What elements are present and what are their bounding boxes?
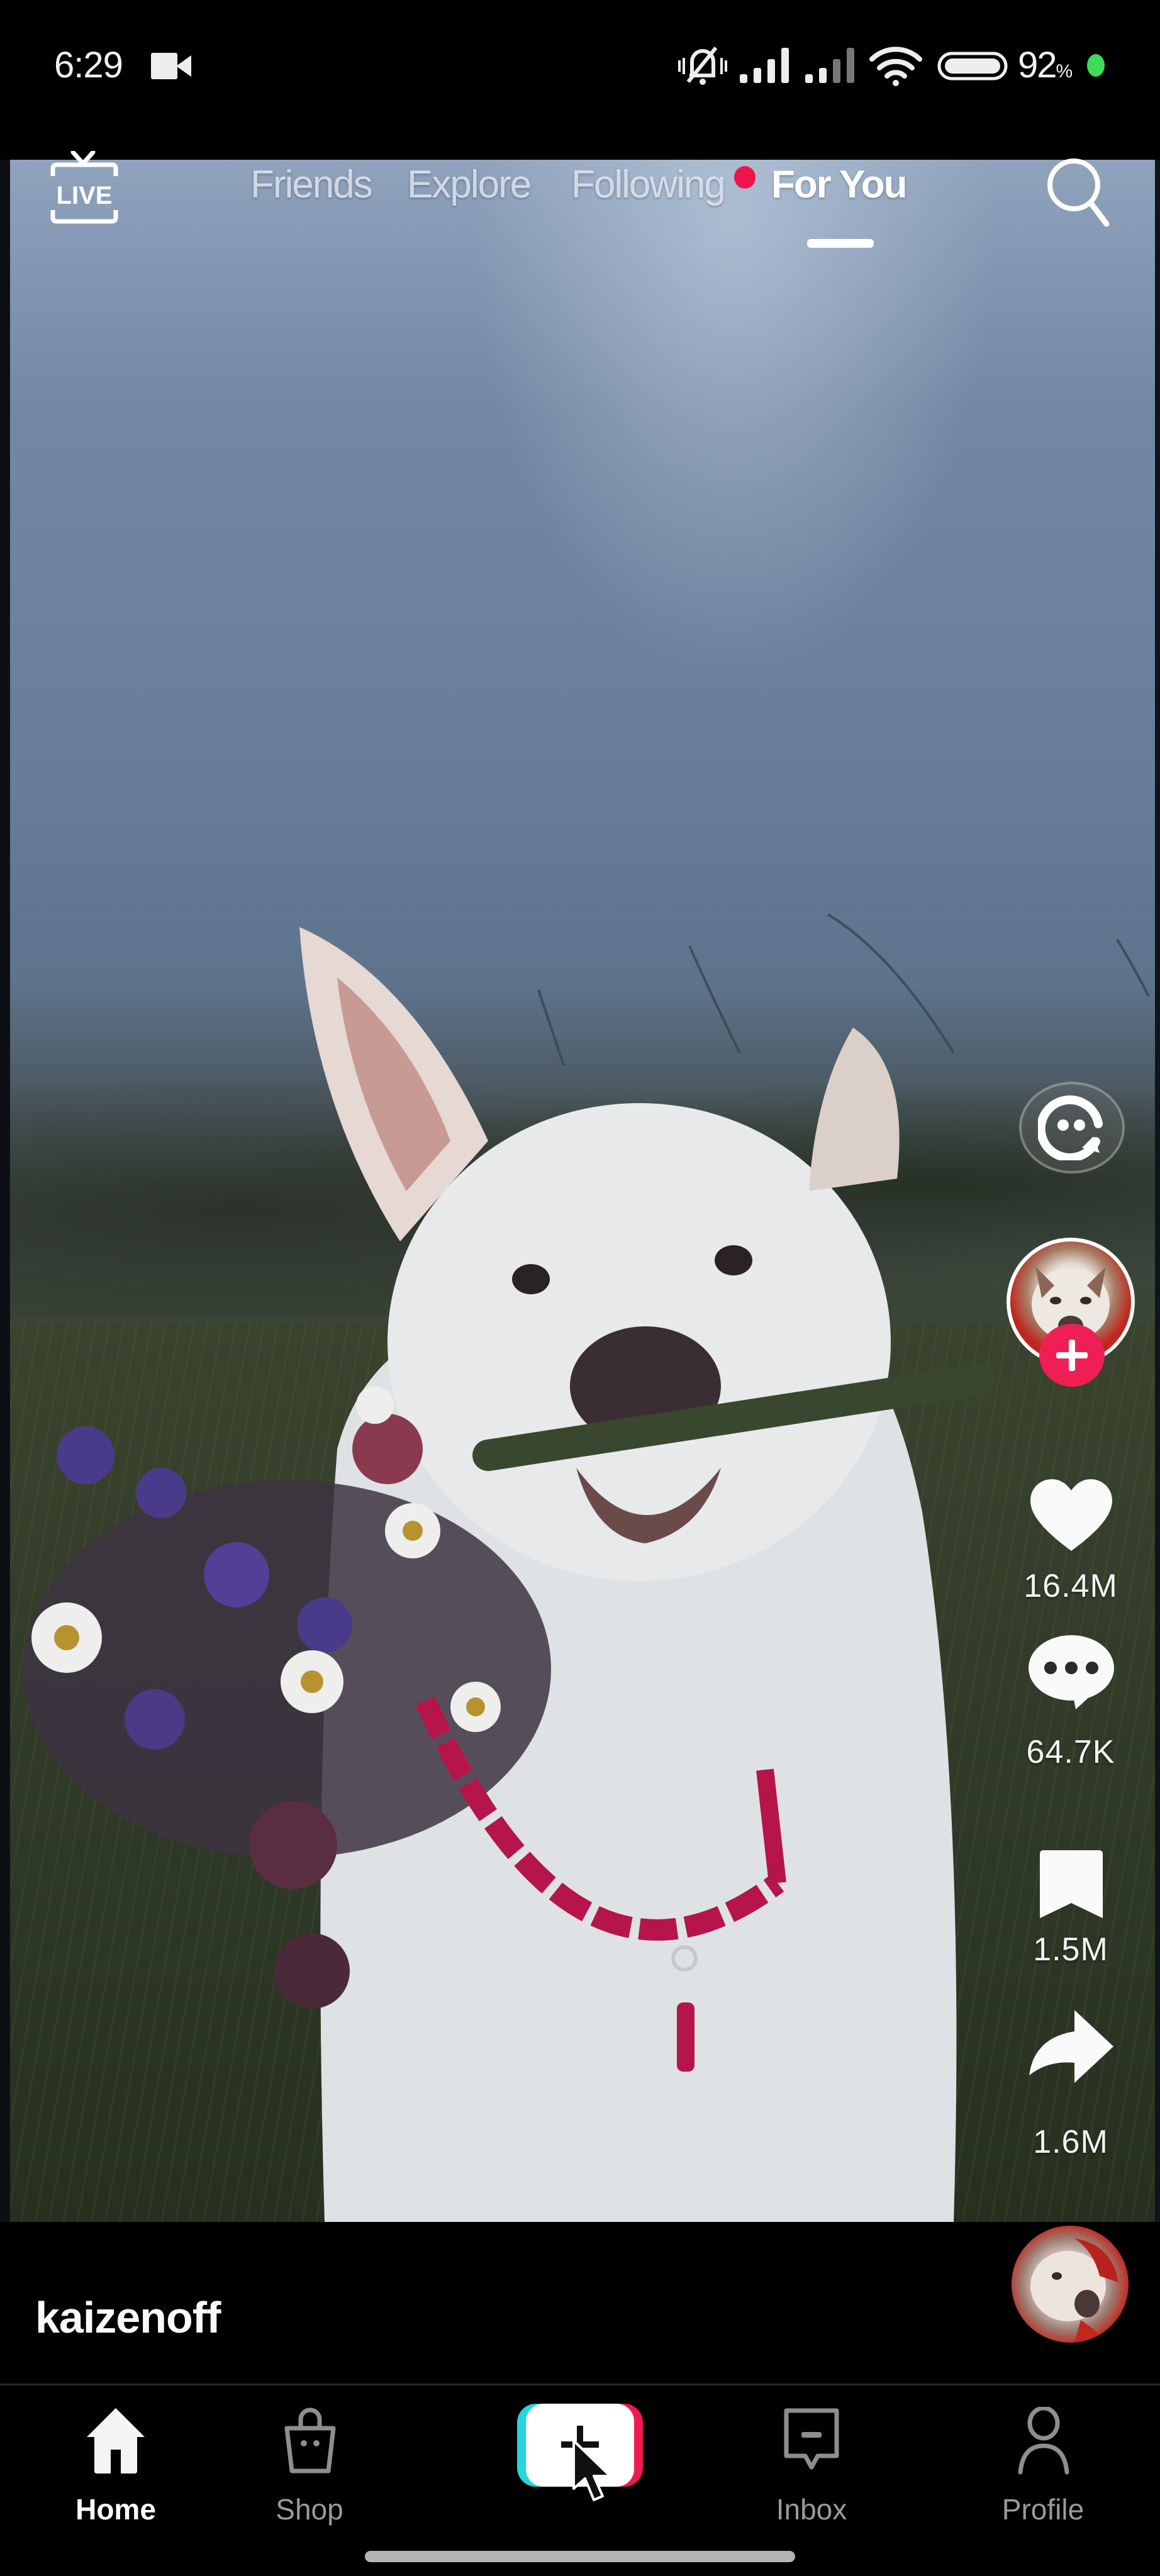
muted-bell-icon	[678, 47, 727, 85]
video-info: kaizenoff	[0, 2222, 1160, 2384]
creator-username[interactable]: kaizenoff	[35, 2292, 221, 2343]
signal-icon	[740, 48, 789, 83]
nav-profile[interactable]: Profile	[985, 2401, 1101, 2526]
tab-explore[interactable]: Explore	[407, 161, 532, 209]
video-camera-icon	[151, 53, 191, 79]
sound-disc[interactable]	[1012, 2226, 1129, 2343]
sound-disc-image	[1030, 2238, 1118, 2343]
tab-friends[interactable]: Friends	[250, 161, 373, 209]
status-time: 6:29	[54, 45, 123, 86]
nav-home[interactable]: Home	[58, 2401, 174, 2526]
ai-chat-icon	[1038, 1095, 1103, 1160]
following-notification-dot	[734, 166, 756, 189]
save-count: 1.5M	[1033, 1931, 1108, 1968]
comment-count: 64.7K	[1026, 1734, 1115, 1770]
video-border-left	[0, 160, 10, 2222]
nav-profile-label: Profile	[1001, 2493, 1085, 2526]
tab-for-you[interactable]: For You	[771, 161, 907, 209]
signal-weak-icon	[805, 48, 854, 83]
nav-inbox-label: Inbox	[776, 2493, 847, 2526]
active-tab-indicator	[807, 239, 874, 248]
action-column: 16.4M 64.7K 1.5M 1.6M	[981, 0, 1160, 2222]
inbox-icon	[784, 2408, 839, 2470]
nav-shop[interactable]: Shop	[252, 2401, 367, 2526]
nav-shop-label: Shop	[276, 2493, 343, 2526]
share-arrow-icon[interactable]	[1029, 2010, 1113, 2083]
share-count: 1.6M	[1033, 2124, 1108, 2160]
home-icon	[87, 2408, 145, 2473]
bottom-nav: Home Shop Inbox Profile	[0, 2384, 1160, 2576]
like-count: 16.4M	[1023, 1568, 1118, 1604]
ai-assistant-button[interactable]	[1019, 1082, 1125, 1174]
bookmark-icon[interactable]	[1040, 1850, 1103, 1918]
profile-icon	[1018, 2407, 1069, 2475]
tiktok-for-you-screen: 6:29 92% LIVE Friends Explore Following …	[0, 0, 1160, 2576]
tab-following[interactable]: Following	[571, 161, 726, 209]
home-gesture-bar[interactable]	[365, 2551, 795, 2562]
nav-home-label: Home	[75, 2493, 156, 2526]
mouse-cursor-icon	[572, 2440, 611, 2501]
shopping-bag-icon	[284, 2407, 336, 2473]
follow-plus-button[interactable]	[1039, 1324, 1105, 1387]
nav-inbox[interactable]: Inbox	[754, 2401, 869, 2526]
comment-bubble-icon[interactable]	[1028, 1635, 1115, 1709]
wifi-icon	[869, 47, 922, 86]
like-heart-icon[interactable]	[1030, 1479, 1112, 1555]
